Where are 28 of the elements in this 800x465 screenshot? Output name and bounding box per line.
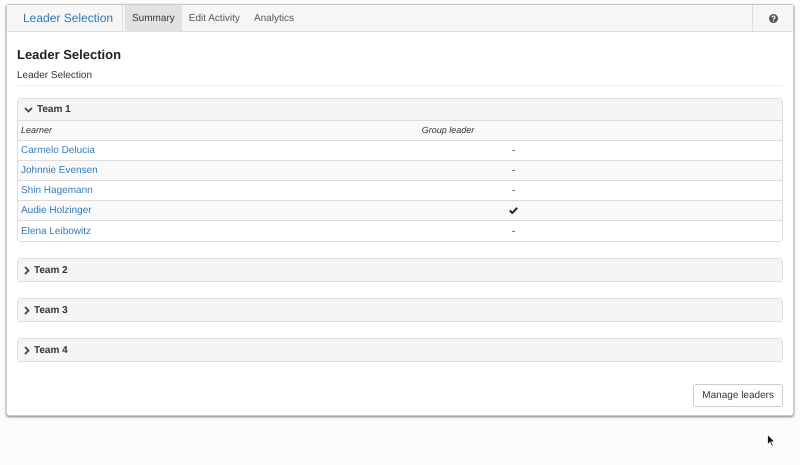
mouse-cursor-icon [767,434,776,447]
column-header: Learner [20,124,54,137]
brand-title[interactable]: Leader Selection [23,9,114,27]
column-header: Group leader [422,124,474,137]
help-icon[interactable] [768,14,778,22]
no-leader-dash: - [512,164,516,178]
chevron-right-icon [24,266,30,274]
nav-tab[interactable]: Analytics [246,5,301,31]
chevron-right-icon [24,346,30,354]
learner-link[interactable]: Audie Holzinger [18,203,92,218]
team-header[interactable]: Team 3 [18,299,782,321]
no-leader-dash: - [512,144,516,158]
nav-tab[interactable]: Edit Activity [182,5,247,31]
team-header[interactable]: Team 2 [18,259,782,281]
learner-link[interactable]: Carmelo Delucia [18,143,95,158]
manage-leaders-button[interactable]: Manage leaders [693,384,783,407]
chevron-right-icon [24,306,30,314]
page-subtitle: Leader Selection [17,69,94,83]
learner-link[interactable]: Elena Leibowitz [18,224,92,238]
nav-tab[interactable]: Summary [125,5,182,31]
no-leader-dash: - [512,224,516,238]
learner-link[interactable]: Shin Hagemann [18,183,93,198]
team-header[interactable]: Team 4 [18,339,782,361]
team-header[interactable]: Team 1 [18,99,782,121]
learner-link[interactable]: Johnnie Evensen [18,163,98,178]
page-title: Leader Selection [17,46,122,64]
chevron-down-icon [24,106,33,112]
no-leader-dash: - [512,184,516,198]
